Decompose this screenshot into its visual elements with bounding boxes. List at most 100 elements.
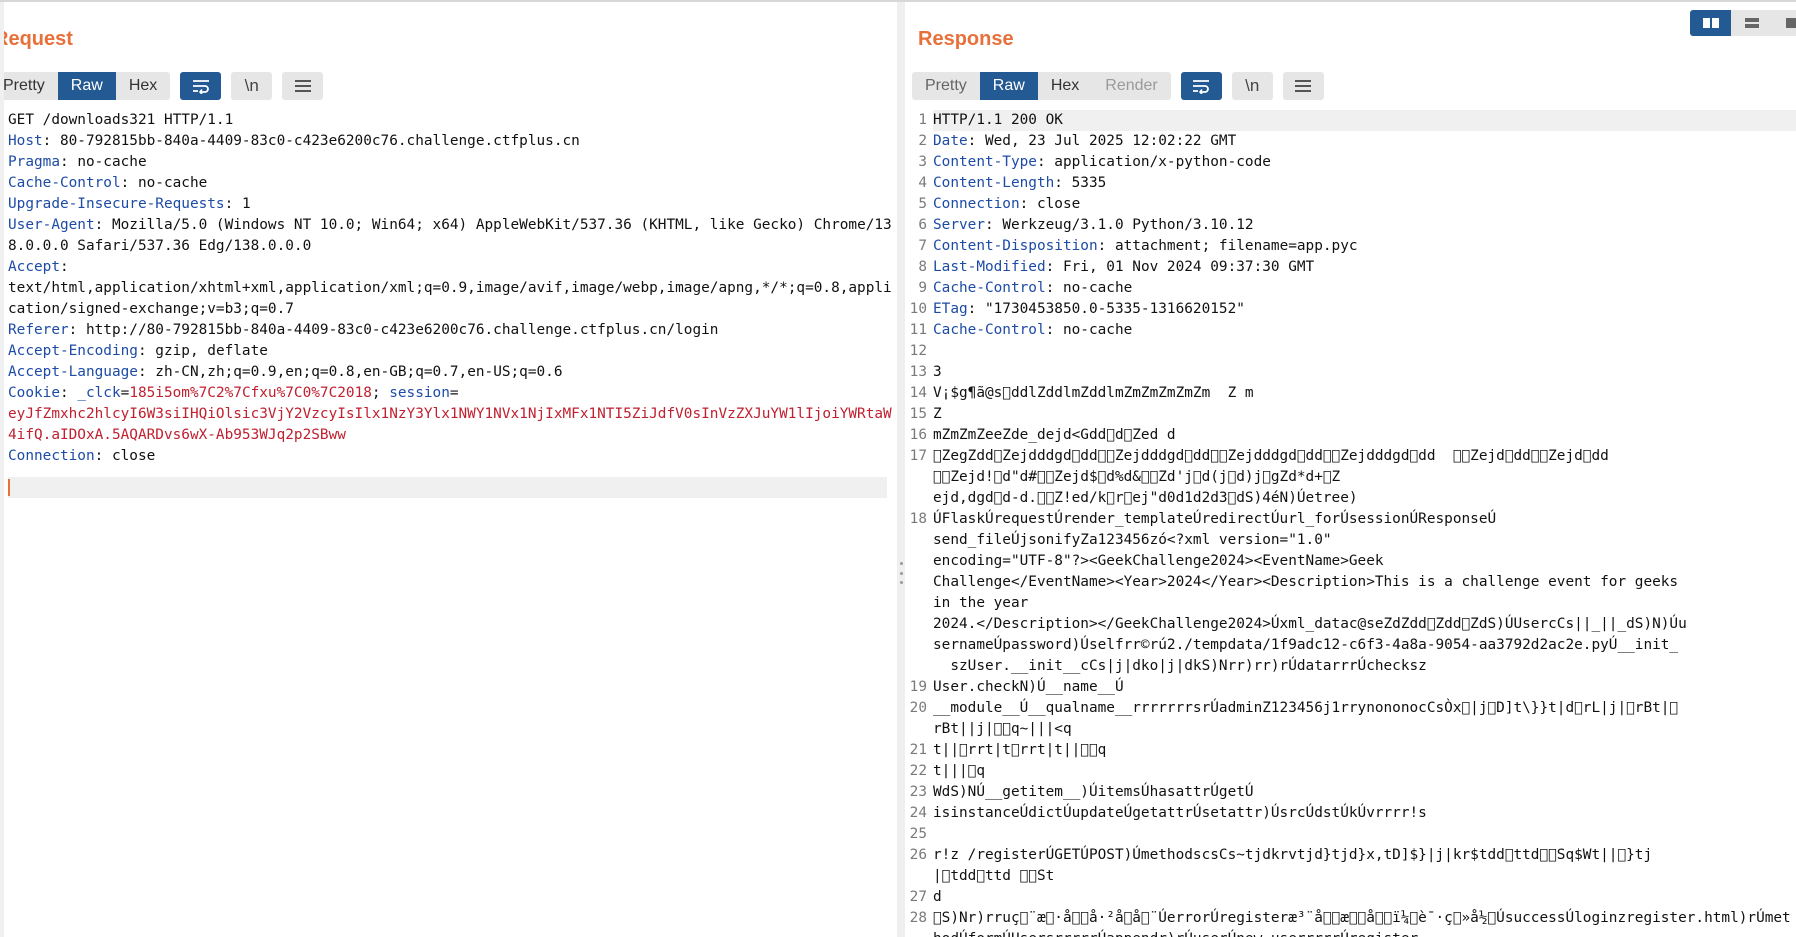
line-number: 19 <box>909 679 927 695</box>
drag-handle-icon <box>899 562 903 584</box>
line-number: 14 <box>909 385 927 401</box>
cookie-name: session <box>389 385 450 401</box>
pane-splitter[interactable] <box>897 2 905 937</box>
text-cursor-line[interactable] <box>8 477 887 498</box>
line-number: 24 <box>909 805 927 821</box>
header-value: gzip, deflate <box>155 343 268 359</box>
line-number: 8 <box>918 259 927 275</box>
response-menu-button[interactable] <box>1282 72 1324 100</box>
newline-icon: \n <box>1245 76 1260 95</box>
line-number: 22 <box>909 763 927 779</box>
cookie-name: _clck <box>77 385 121 401</box>
response-line: 9 Cache-Control: no-cache <box>905 278 1796 299</box>
response-line: 4 Content-Length: 5335 <box>905 173 1796 194</box>
line-number: 4 <box>918 175 927 191</box>
response-line: 7 Content-Disposition: attachment; filena… <box>905 236 1796 257</box>
response-newline-button[interactable]: \n <box>1231 72 1273 100</box>
header-value: no-cache <box>1062 280 1133 296</box>
header-value: attachment; filename=app.pyc <box>1114 238 1358 254</box>
line-number: 6 <box>918 217 927 233</box>
layout-tabs-button[interactable] <box>1772 10 1796 36</box>
request-editor[interactable]: GET /downloads321 HTTP/1.1 Host: 80-7928… <box>8 110 897 937</box>
header-value: no-cache <box>1062 322 1133 338</box>
line-number: 5 <box>918 196 927 212</box>
header-name: User-Agent <box>8 217 95 233</box>
response-toolbar: Pretty Raw Hex Render \n <box>912 71 1324 101</box>
header-name: Connection <box>8 448 95 464</box>
header-name: Connection <box>933 196 1020 212</box>
response-line: 23 WdS)NÚ__getitem__)ÚitemsÚhasattrÚgetÚ <box>905 782 1796 803</box>
response-tab-hex[interactable]: Hex <box>1038 72 1092 100</box>
header-value: Werkzeug/3.1.0 Python/3.10.12 <box>1002 217 1254 233</box>
line-number: 12 <box>909 343 927 359</box>
header-name: Pragma <box>8 154 60 170</box>
response-line: 8 Last-Modified: Fri, 01 Nov 2024 09:37:3… <box>905 257 1796 278</box>
line-content: ÚFlaskÚrequestÚrender_templateÚredirectÚ… <box>933 511 1687 674</box>
header-value: no-cache <box>77 154 147 170</box>
request-line: Cache-Control: no-cache <box>8 175 208 191</box>
response-line: 14 V¡$g¶ã@s ddlZddlmZddlmZmZmZmZmZm Z m <box>905 383 1796 404</box>
line-content: t||| q <box>933 763 985 779</box>
cookie-value: eyJfZmxhc2hlcyI6W3siIHQiOlsic3VjY2VzcyIs… <box>8 406 892 443</box>
request-wrap-lines-button[interactable] <box>180 72 222 100</box>
response-line: 12 <box>905 341 1796 362</box>
line-number: 25 <box>909 826 927 842</box>
columns-layout-icon <box>1702 18 1719 28</box>
request-tab-pretty[interactable]: Pretty <box>4 72 58 100</box>
header-value: Fri, 01 Nov 2024 09:37:30 GMT <box>1062 259 1315 275</box>
response-line: 26 r!z /registerÚGETÚPOST)ÚmethodscsCs~tj… <box>905 845 1796 887</box>
request-title: Request <box>0 28 73 50</box>
line-number: 13 <box>909 364 927 380</box>
layout-view-toggle <box>1690 10 1796 36</box>
response-tab-raw[interactable]: Raw <box>979 72 1038 100</box>
header-value: Wed, 23 Jul 2025 12:02:22 GMT <box>984 133 1237 149</box>
response-line: 10 ETag: "1730453850.0-5335-1316620152" <box>905 299 1796 320</box>
response-line: 27 d <box>905 887 1796 908</box>
hamburger-menu-icon <box>1295 80 1312 92</box>
line-content: Date: Wed, 23 Jul 2025 12:02:22 GMT <box>933 133 1237 149</box>
header-value: 5335 <box>1071 175 1107 191</box>
line-number: 23 <box>909 784 927 800</box>
response-line: 22 t||| q <box>905 761 1796 782</box>
line-content: __module__Ú__qualname__rrrrrrrsrÚadminZ1… <box>933 700 1679 737</box>
request-tab-raw[interactable]: Raw <box>57 72 116 100</box>
line-number: 26 <box>909 847 927 863</box>
newline-icon: \n <box>244 76 259 95</box>
request-menu-button[interactable] <box>282 72 324 100</box>
layout-stacked-button[interactable] <box>1731 10 1772 36</box>
header-name: Content-Disposition <box>933 238 1098 254</box>
request-line: Cookie: _clck=185i5om%7C2%7Cfxu%7C0%7C20… <box>8 385 892 443</box>
request-tab-hex[interactable]: Hex <box>116 72 170 100</box>
header-name: Cache-Control <box>933 322 1046 338</box>
request-line: Accept-Language: zh-CN,zh;q=0.9,en;q=0.8… <box>8 364 563 380</box>
response-line: 20 __module__Ú__qualname__rrrrrrrsrÚadmin… <box>905 698 1796 740</box>
line-content:  S)Nr)rruç ¨æ ·å  å·²å­ å ¨ÚerrorÚregist… <box>933 910 1791 937</box>
response-editor[interactable]: 1 HTTP/1.1 200 OK 2 Date: Wed, 23 Jul 2025 … <box>905 110 1796 937</box>
line-number: 9 <box>918 280 927 296</box>
header-name: Referer <box>8 322 69 338</box>
line-content: d <box>933 889 942 905</box>
line-content <box>933 341 1796 362</box>
line-content: User.checkN)Ú__name__Ú <box>933 679 1124 695</box>
line-number: 3 <box>918 154 927 170</box>
line-content: WdS)NÚ__getitem__)ÚitemsÚhasattrÚgetÚ <box>933 784 1254 800</box>
rows-layout-icon <box>1744 18 1759 28</box>
line-content: V¡$g¶ã@s ddlZddlmZddlmZmZmZmZmZm Z m <box>933 385 1254 401</box>
line-content: r!z /registerÚGETÚPOST)ÚmethodscsCs~tjdk… <box>933 847 1653 884</box>
header-name: Content-Length <box>933 175 1055 191</box>
response-wrap-lines-button[interactable] <box>1180 72 1222 100</box>
line-number: 10 <box>909 301 927 317</box>
header-value: no-cache <box>137 175 208 191</box>
header-name: Cache-Control <box>8 175 121 191</box>
line-number: 7 <box>918 238 927 254</box>
header-value: zh-CN,zh;q=0.9,en;q=0.8,en-GB;q=0.7,en-U… <box>155 364 563 380</box>
line-content <box>933 824 1796 845</box>
response-title: Response <box>918 28 1014 50</box>
line-content: Content-Type: application/x-python-code <box>933 154 1271 170</box>
layout-side-by-side-button[interactable] <box>1690 10 1731 36</box>
response-tab-render[interactable]: Render <box>1092 72 1170 100</box>
request-newline-button[interactable]: \n <box>231 72 273 100</box>
response-line: 2 Date: Wed, 23 Jul 2025 12:02:22 GMT <box>905 131 1796 152</box>
response-tab-pretty[interactable]: Pretty <box>912 72 980 100</box>
header-name: Date <box>933 133 968 149</box>
